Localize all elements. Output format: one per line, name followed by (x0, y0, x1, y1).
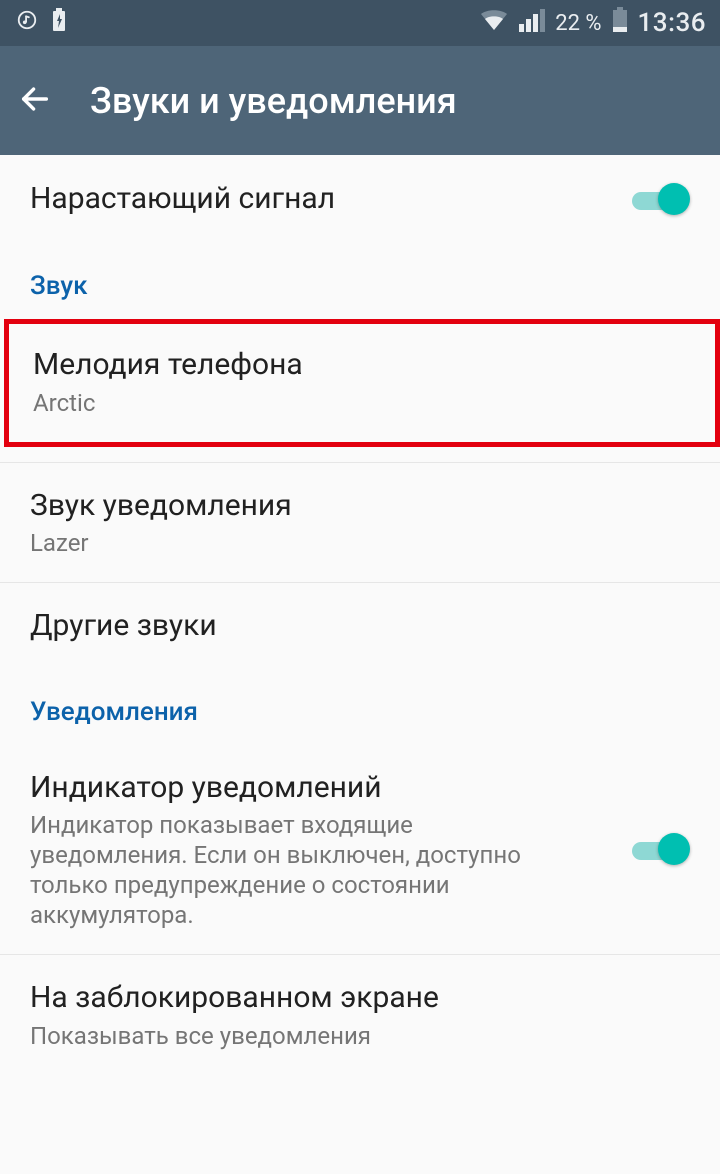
app-bar: Звуки и уведомления (0, 46, 720, 155)
notification-sound-title: Звук уведомления (30, 487, 690, 525)
settings-list: Нарастающий сигнал Звук Мелодия телефона… (0, 155, 720, 1075)
row-phone-ringtone[interactable]: Мелодия телефона Arctic (9, 324, 715, 442)
lock-screen-title: На заблокированном экране (30, 979, 690, 1017)
notification-led-switch[interactable] (626, 829, 690, 869)
rising-signal-title: Нарастающий сигнал (30, 180, 610, 218)
row-notification-led[interactable]: Индикатор уведомлений Индикатор показыва… (0, 745, 720, 956)
battery-icon (612, 7, 628, 39)
row-lock-screen[interactable]: На заблокированном экране Показывать все… (0, 955, 720, 1075)
status-left (16, 8, 66, 38)
battery-charging-icon (52, 8, 66, 38)
back-arrow-icon[interactable] (18, 82, 52, 120)
music-note-icon (16, 9, 38, 37)
row-other-sounds[interactable]: Другие звуки (0, 583, 720, 669)
section-header-sound: Звук (0, 243, 720, 319)
lock-screen-sub: Показывать все уведомления (30, 1021, 690, 1051)
highlight-ringtone: Мелодия телефона Arctic (4, 319, 720, 447)
phone-ringtone-value: Arctic (33, 388, 689, 418)
page-title: Звуки и уведомления (90, 80, 457, 122)
battery-percent: 22 % (555, 11, 601, 36)
other-sounds-title: Другие звуки (30, 607, 690, 645)
wifi-icon (479, 8, 509, 38)
notification-led-sub: Индикатор показывает входящие уведомлени… (30, 810, 550, 930)
clock: 13:36 (638, 8, 706, 38)
signal-icon (519, 8, 545, 38)
phone-ringtone-title: Мелодия телефона (33, 346, 689, 384)
section-header-notifications: Уведомления (0, 669, 720, 745)
status-bar: 22 % 13:36 (0, 0, 720, 46)
row-notification-sound[interactable]: Звук уведомления Lazer (0, 463, 720, 584)
notification-led-title: Индикатор уведомлений (30, 769, 610, 807)
notification-sound-value: Lazer (30, 528, 690, 558)
row-rising-signal[interactable]: Нарастающий сигнал (0, 155, 720, 243)
rising-signal-switch[interactable] (626, 179, 690, 219)
status-right: 22 % 13:36 (479, 7, 706, 39)
